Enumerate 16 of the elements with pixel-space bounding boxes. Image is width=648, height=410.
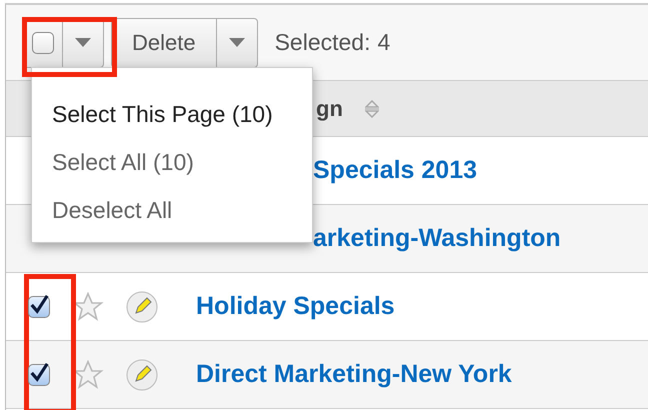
menu-item[interactable]: Deselect All [32, 186, 312, 234]
selected-count: 4 [378, 29, 390, 56]
record-link[interactable]: arketing-Washington [313, 224, 561, 253]
checkbox[interactable] [32, 32, 54, 54]
column-header[interactable]: gn [316, 96, 343, 122]
selected-label: Selected: [274, 29, 370, 56]
caret-icon [75, 38, 91, 47]
record-link[interactable]: Holiday Specials [196, 292, 395, 321]
record-link[interactable]: Specials 2013 [313, 156, 478, 185]
menu-item[interactable]: Select All (10) [32, 138, 312, 186]
menu-item[interactable]: Select This Page (10) [32, 90, 312, 138]
caret-icon [228, 38, 245, 47]
pencil-icon[interactable] [126, 358, 158, 390]
checkbox[interactable] [28, 296, 50, 318]
pencil-icon[interactable] [126, 290, 158, 322]
checkbox[interactable] [28, 364, 50, 386]
